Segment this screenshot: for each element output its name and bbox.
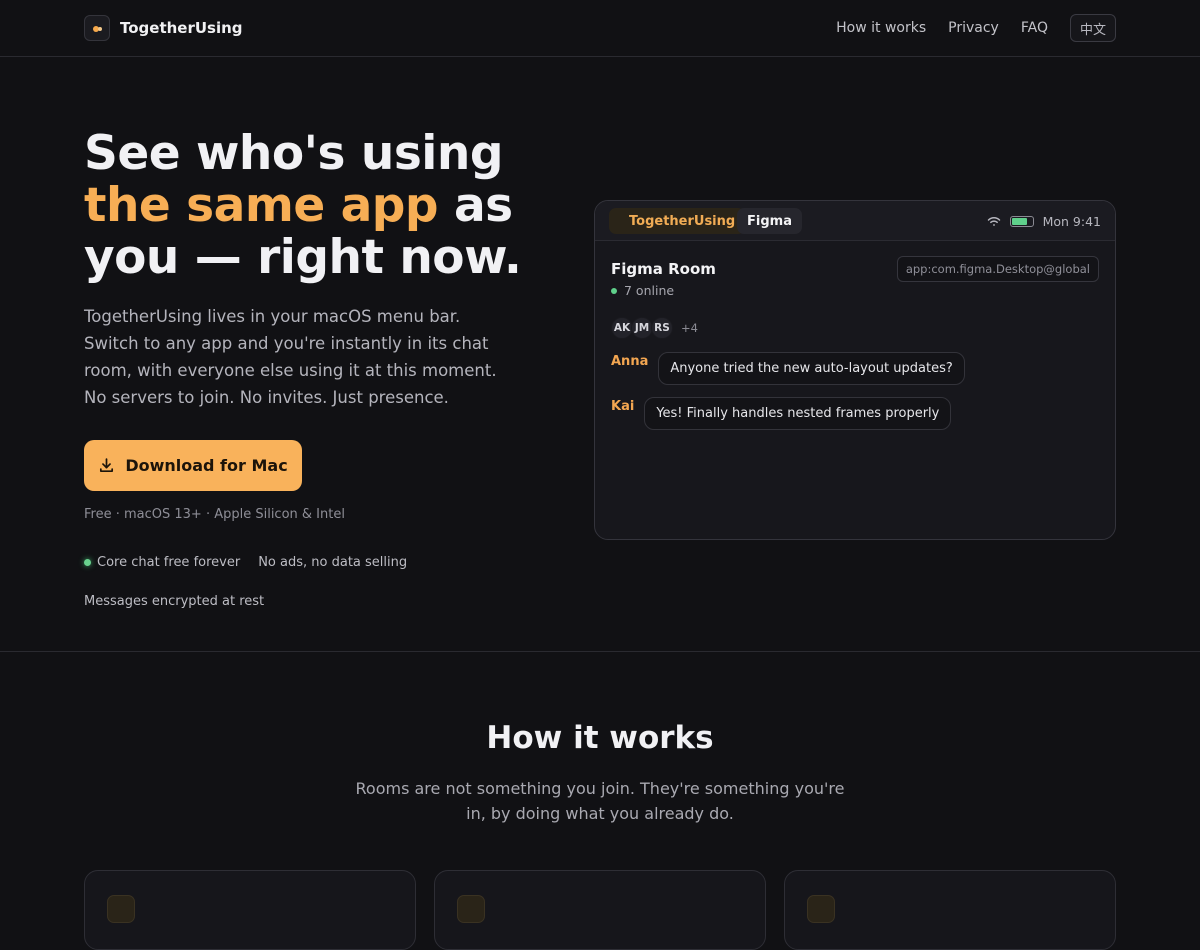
room-title: Figma Room <box>611 260 716 278</box>
step-icon <box>807 895 835 923</box>
message-author: Anna <box>611 354 649 369</box>
how-step-card <box>434 870 766 950</box>
hero-title-accent: the same app <box>84 178 439 233</box>
chat-message: Anna Anyone tried the new auto-layout up… <box>611 352 965 385</box>
message-bubble: Yes! Finally handles nested frames prope… <box>644 397 952 430</box>
room-id-badge: app:com.figma.Desktop@global <box>896 256 1099 282</box>
language-toggle-button[interactable]: 中文 <box>1069 14 1116 42</box>
avatar-stack: AK JM RS +4 <box>611 317 698 339</box>
feature-item: Core chat free forever <box>97 554 241 570</box>
wifi-icon <box>987 216 1000 226</box>
more-members-count: +4 <box>681 321 698 335</box>
battery-icon <box>1009 215 1034 227</box>
menu-bar-status: Mon 9:41 <box>987 213 1101 229</box>
hero-description: TogetherUsing lives in your macOS menu b… <box>84 307 497 407</box>
step-icon <box>107 895 135 923</box>
nav-how-it-works[interactable]: How it works <box>836 20 926 36</box>
download-for-mac-button[interactable]: Download for Mac <box>84 440 302 491</box>
online-dot-icon <box>611 287 617 294</box>
nav-faq[interactable]: FAQ <box>1021 20 1048 36</box>
brand[interactable]: TogetherUsing <box>84 15 243 41</box>
feature-list: Core chat free forever No ads, no data s… <box>84 553 544 610</box>
feature-item: Messages encrypted at rest <box>84 593 265 609</box>
menu-bar-room-pill[interactable]: Figma <box>737 208 802 234</box>
how-step-card <box>784 870 1116 950</box>
section-divider <box>0 651 1200 652</box>
menu-bar: TogetherUsing Figma Mon 9:41 <box>595 201 1115 241</box>
feature-item: No ads, no data selling <box>258 554 408 570</box>
how-step-card <box>84 870 416 950</box>
chat-message: Kai Yes! Finally handles nested frames p… <box>611 397 952 430</box>
menu-bar-clock: Mon 9:41 <box>1042 213 1101 229</box>
hero-title: See who's using the same app as you — ri… <box>84 128 554 284</box>
message-bubble: Anyone tried the new auto-layout updates… <box>658 352 965 385</box>
brand-name: TogetherUsing <box>120 19 243 37</box>
online-count: 7 online <box>611 283 674 298</box>
how-it-works-title: How it works <box>486 720 714 756</box>
download-label: Download for Mac <box>125 456 288 475</box>
avatar[interactable]: JM <box>631 317 653 339</box>
top-nav: How it works Privacy FAQ 中文 <box>814 14 1116 42</box>
brand-logo-icon <box>84 15 110 41</box>
message-author: Kai <box>611 399 635 414</box>
site-header: TogetherUsing How it works Privacy FAQ 中… <box>0 0 1200 57</box>
step-icon <box>457 895 485 923</box>
download-meta: Free · macOS 13+ · Apple Silicon & Intel <box>84 507 345 522</box>
avatar[interactable]: AK <box>611 317 633 339</box>
green-dot-icon <box>84 558 91 566</box>
app-preview-window: TogetherUsing Figma Mon 9:41 Figma Room … <box>594 200 1116 540</box>
download-icon <box>100 458 114 473</box>
menu-bar-app-pill[interactable]: TogetherUsing <box>609 208 746 234</box>
how-it-works-subtitle: Rooms are not something you join. They'r… <box>355 779 845 823</box>
online-count-label: 7 online <box>624 283 675 298</box>
nav-privacy[interactable]: Privacy <box>948 20 999 36</box>
hero-title-part1: See who's using <box>84 126 504 181</box>
avatar[interactable]: RS <box>651 317 673 339</box>
